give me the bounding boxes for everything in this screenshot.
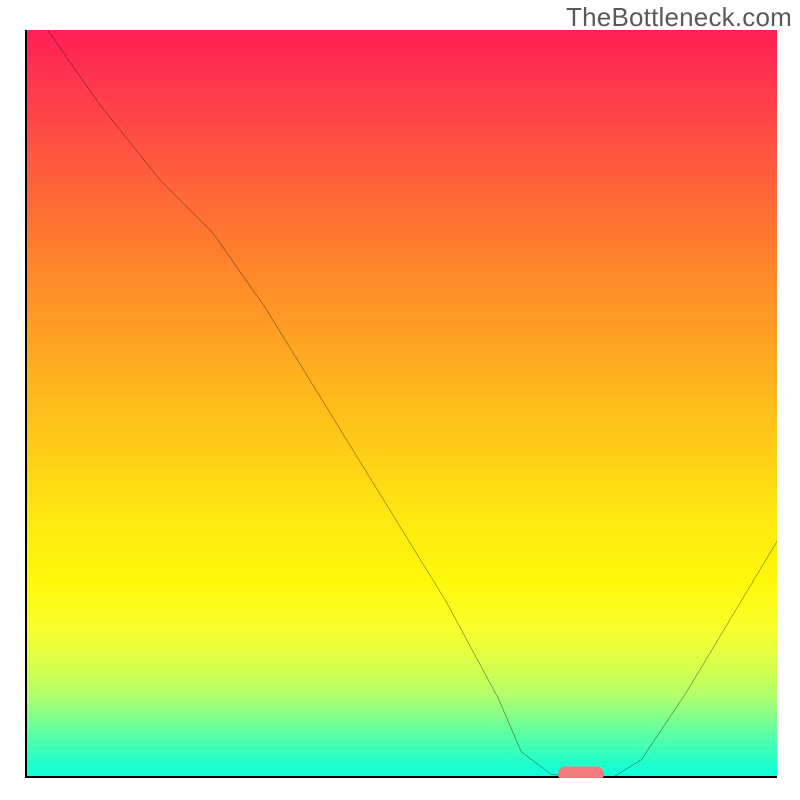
bottleneck-chart: TheBottleneck.com — [0, 0, 800, 800]
recommended-marker — [558, 767, 604, 778]
plot-area — [25, 30, 777, 778]
curve-layer — [25, 30, 777, 778]
bottleneck-curve — [48, 30, 777, 778]
watermark-text: TheBottleneck.com — [566, 2, 792, 33]
